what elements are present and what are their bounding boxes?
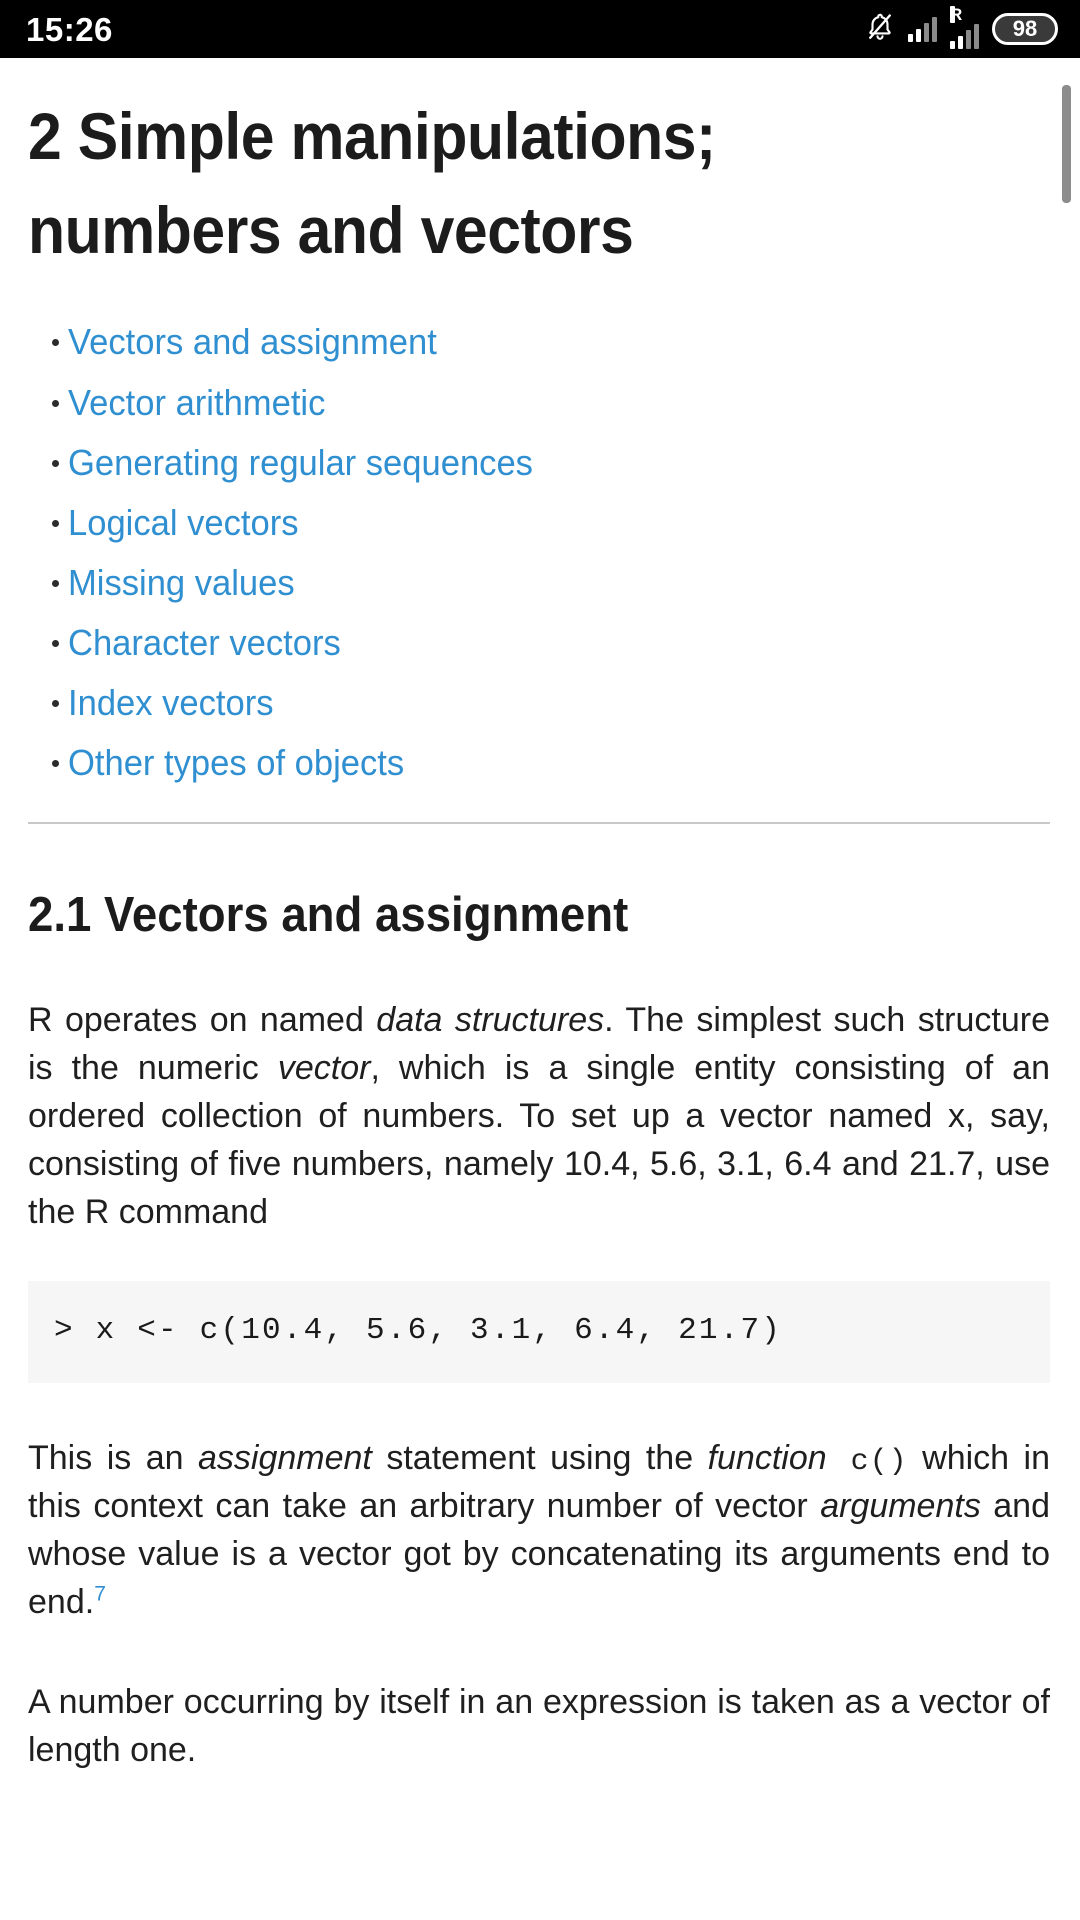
signal-bars-icon — [908, 16, 937, 42]
roaming-label: R — [950, 5, 963, 24]
status-clock: 15:26 — [26, 10, 113, 48]
section-title: 2.1 Vectors and assignment — [28, 888, 629, 943]
list-item[interactable]: Vectors and assignment — [28, 319, 1050, 365]
status-icon-tray: R 98 — [865, 5, 1058, 49]
roaming-signal-icon: R — [950, 5, 979, 49]
toc-link-logical-vectors[interactable]: Logical vectors — [68, 500, 299, 546]
paragraph-text: R operates on named — [28, 1000, 377, 1039]
toc-link-generating-regular-sequences[interactable]: Generating regular sequences — [68, 440, 533, 486]
paragraph-assignment: This is an assignment statement using th… — [28, 1435, 1050, 1627]
paragraph-intro: R operates on named data structures. The… — [28, 997, 1050, 1237]
paragraph-text: This is an — [28, 1438, 198, 1477]
emphasis-assignment: assignment — [198, 1438, 372, 1477]
list-item[interactable]: Logical vectors — [28, 500, 1050, 546]
list-item[interactable]: Character vectors — [28, 620, 1050, 666]
emphasis-function: function — [707, 1438, 827, 1477]
list-item[interactable]: Other types of objects — [28, 740, 1050, 786]
footnote-link-7[interactable]: 7 — [94, 1583, 106, 1606]
list-item[interactable]: Missing values — [28, 560, 1050, 606]
list-item[interactable]: Vector arithmetic — [28, 380, 1050, 426]
paragraph-text: statement using the — [371, 1438, 708, 1477]
toc-link-character-vectors[interactable]: Character vectors — [68, 620, 341, 666]
toc-link-other-types-of-objects[interactable]: Other types of objects — [68, 740, 404, 786]
emphasis-arguments: arguments — [820, 1487, 981, 1526]
toc-link-missing-values[interactable]: Missing values — [68, 560, 295, 606]
section-divider — [28, 822, 1050, 825]
code-block: > x <- c(10.4, 5.6, 3.1, 6.4, 21.7) — [28, 1280, 1050, 1383]
list-item[interactable]: Index vectors — [28, 680, 1050, 726]
page-title: 2 Simple manipulations; numbers and vect… — [28, 99, 716, 267]
footnote-reference[interactable]: 7 — [94, 1583, 106, 1606]
battery-icon: 98 — [992, 13, 1058, 45]
list-item[interactable]: Generating regular sequences — [28, 440, 1050, 486]
status-bar: 15:26 R 98 — [0, 0, 1080, 58]
paragraph-number-vector: A number occurring by itself in an expre… — [28, 1682, 1050, 1769]
emphasis-data-structures: data structures — [376, 1000, 605, 1039]
inline-code-c: c() — [826, 1444, 908, 1479]
emphasis-vector: vector — [277, 1048, 371, 1087]
battery-level: 98 — [1012, 16, 1038, 41]
scrollbar[interactable] — [1062, 58, 1071, 1920]
document-viewer[interactable]: 2 Simple manipulations; numbers and vect… — [0, 58, 1080, 1920]
toc-link-vectors-and-assignment[interactable]: Vectors and assignment — [68, 319, 437, 365]
toc-link-vector-arithmetic[interactable]: Vector arithmetic — [68, 380, 325, 426]
toc-link-index-vectors[interactable]: Index vectors — [68, 680, 274, 726]
table-of-contents: Vectors and assignment Vector arithmetic… — [28, 319, 1050, 786]
scrollbar-thumb[interactable] — [1062, 85, 1071, 203]
notifications-muted-icon — [865, 12, 895, 47]
